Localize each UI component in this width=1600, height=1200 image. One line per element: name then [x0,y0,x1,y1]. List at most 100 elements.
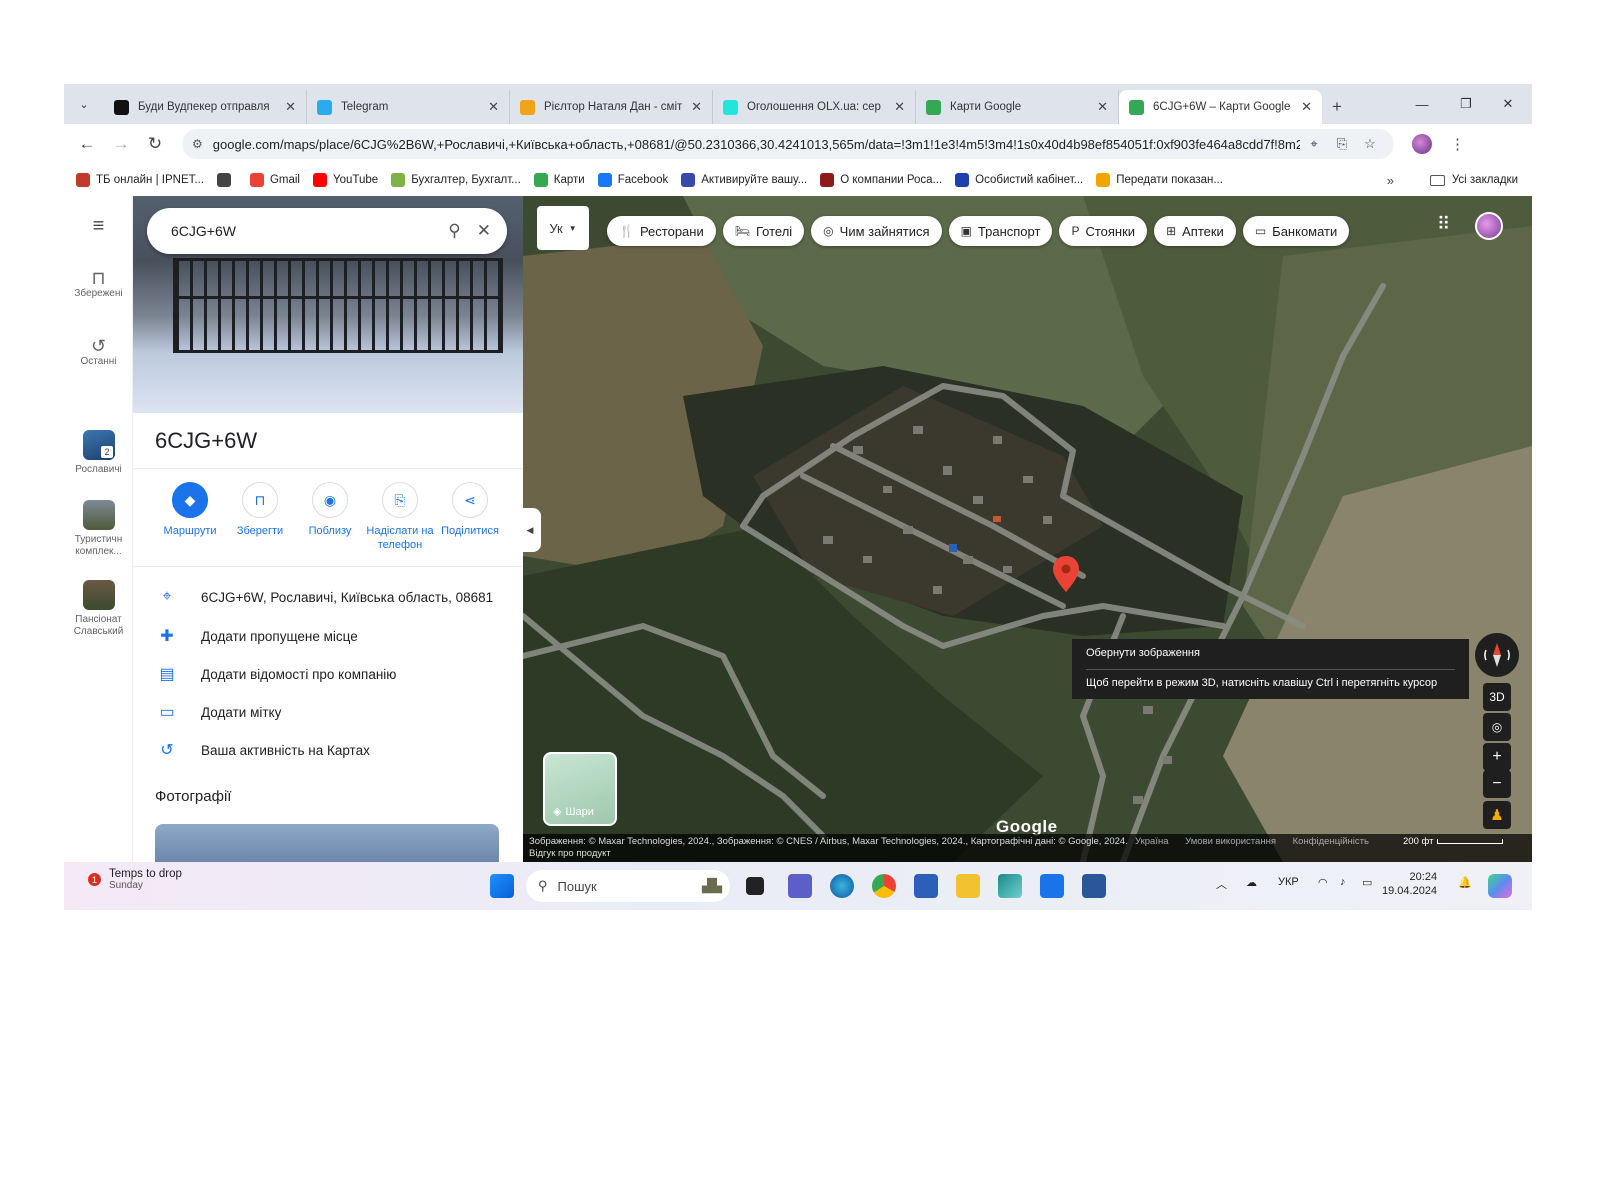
feedback-link[interactable]: Відгук про продукт [529,848,1526,860]
wifi-icon[interactable]: ◠ [1318,876,1328,889]
rail-recent-place-tourist-complex[interactable]: Туристичн комплек... [64,500,133,558]
site-info-icon[interactable]: ⚙ [192,137,203,151]
collapse-panel-button[interactable]: ◀ [523,508,541,552]
browser-tab[interactable]: Карти Google ✕ [916,90,1119,124]
info-row[interactable]: ↺ Ваша активність на Картах [155,740,370,760]
url-text[interactable]: google.com/maps/place/6CJG%2B6W,+Рослави… [213,137,1300,152]
close-tab-icon[interactable]: ✕ [285,99,296,115]
compass-control[interactable] [1475,633,1519,677]
close-window-icon[interactable]: ✕ [1486,84,1530,124]
apps-grid-icon[interactable]: ⠿ [1437,214,1450,235]
taskbar-search[interactable]: ⚲ Пошук ▟▙ [526,870,730,902]
country-link[interactable]: Україна [1135,836,1169,847]
forward-icon[interactable]: → [104,127,138,161]
rail-recent-place-pansionat[interactable]: Пансіонат Слав­ський [64,580,133,638]
street-view-pegman-icon[interactable]: ♟ [1483,801,1511,829]
info-row[interactable]: ▭ Додати мітку [155,702,281,722]
browser-tab[interactable]: Оголошення OLX.ua: сер ✕ [713,90,916,124]
bookmark-item[interactable]: Бухгалтер, Бухгалт... [391,173,521,187]
bookmark-item[interactable]: Особистий кабінет... [955,173,1083,187]
bookmark-item[interactable]: Передати показан... [1096,173,1223,187]
bell-icon[interactable]: 🔔 [1458,876,1472,889]
chrome-icon[interactable] [872,874,896,898]
system-clock[interactable]: 20:24 19.04.2024 [1382,870,1437,898]
search-box[interactable]: 6CJG+6W ⚲ ✕ [147,208,507,254]
teams-icon[interactable] [788,874,812,898]
search-input[interactable]: 6CJG+6W [171,223,432,239]
input-language[interactable]: УКР [1278,876,1299,888]
action-nearby-button[interactable]: ◉ Поблизу [295,482,365,552]
bookmark-item[interactable]: ТБ онлайн | IPNET... [76,173,204,187]
close-tab-icon[interactable]: ✕ [1097,99,1108,115]
language-selector[interactable]: Ук ▼ [537,206,589,250]
bookmark-item[interactable] [216,173,237,187]
browser-tab[interactable]: Рієлтор Наталя Дан - сміт ✕ [510,90,713,124]
3d-toggle-button[interactable]: 3D [1483,683,1511,711]
all-bookmarks-button[interactable]: Усі закладки [1429,174,1518,186]
rail-saved[interactable]: ⊓ Збережені [64,269,133,300]
cloud-icon[interactable]: ☁ [1246,876,1257,889]
hamburger-menu-icon[interactable]: ≡ [64,216,133,236]
location-icon[interactable]: ⌖ [1300,136,1328,152]
mail-icon[interactable] [1040,874,1064,898]
close-tab-icon[interactable]: ✕ [488,99,499,115]
chip-hotel[interactable]: 🛏 Готелі [722,216,805,246]
browser-tab[interactable]: 6CJG+6W – Карти Google ✕ [1119,90,1322,124]
action-send-to-phone-button[interactable]: ⎘ Надіслати на телефон [365,482,435,552]
tab-search-button[interactable]: ⌄ [64,84,104,124]
edge-icon[interactable] [830,874,854,898]
profile-avatar[interactable] [1412,134,1432,154]
battery-icon[interactable]: ▭ [1362,876,1372,889]
close-tab-icon[interactable]: ✕ [894,99,905,115]
info-row[interactable]: ▤ Додати відомості про компанію [155,664,396,684]
scale-bar[interactable]: 200 фт [1403,836,1504,848]
account-avatar[interactable] [1475,212,1503,240]
action-directions-button[interactable]: ◆ Маршрути [155,482,225,552]
speaker-icon[interactable]: ♪ [1340,876,1346,888]
back-icon[interactable]: ← [70,127,104,161]
info-row[interactable]: ✚ Додати пропущене місце [155,626,357,646]
bookmark-item[interactable]: Активируйте вашу... [681,173,807,187]
weather-widget[interactable]: 1 Temps to drop Sunday [88,868,182,891]
zoom-in-button[interactable]: + [1483,743,1511,771]
bookmark-item[interactable]: Карти [533,173,585,187]
reload-icon[interactable]: ↻ [138,127,172,161]
bookmark-item[interactable]: Facebook [597,173,668,187]
restore-icon[interactable]: ❐ [1444,84,1488,124]
bookmark-item[interactable]: О компании Роса... [820,173,942,187]
file-explorer-icon[interactable] [956,874,980,898]
bookmark-item[interactable]: YouTube [312,173,378,187]
action-bookmark-button[interactable]: ⊓ Зберегти [225,482,295,552]
satellite-map[interactable]: ◀ Ук ▼ 🍴 Ресторани 🛏 Готелі ◎ Чим зайнятися ▣ Тр… [523,196,1532,862]
rail-recent-place-roslavychi[interactable]: 2 Рославичі [64,430,133,476]
browser-tab[interactable]: Буди Вудпекер отправля ✕ [104,90,307,124]
photo-thumbnail[interactable] [155,824,499,862]
chevron-up-icon[interactable]: ︿ [1216,876,1227,892]
task-view-icon[interactable] [746,877,764,895]
install-app-icon[interactable]: ⎘ [1328,136,1356,152]
close-tab-icon[interactable]: ✕ [691,99,702,115]
store-icon[interactable] [914,874,938,898]
search-icon[interactable]: ⚲ [448,221,460,241]
zoom-out-button[interactable]: − [1483,770,1511,798]
close-tab-icon[interactable]: ✕ [1301,99,1312,115]
layers-button[interactable]: ◈ Шари [543,752,617,826]
chip-parking[interactable]: P Стоянки [1059,216,1148,246]
chip-transit[interactable]: ▣ Транспорт [948,216,1053,246]
address-bar[interactable]: ⚙ google.com/maps/place/6CJG%2B6W,+Росла… [182,129,1394,159]
star-icon[interactable]: ☆ [1356,136,1384,152]
chip-pharmacy[interactable]: ⊞ Аптеки [1154,216,1236,246]
windows-start-icon[interactable] [490,874,514,898]
rail-recent[interactable]: ↺ Останні [64,337,133,368]
close-icon[interactable]: ✕ [477,221,491,241]
minimize-icon[interactable]: — [1400,84,1444,124]
new-tab-button[interactable]: + [1322,90,1352,124]
my-location-icon[interactable]: ◎ [1483,713,1511,741]
chip-atm[interactable]: ▭ Банкомати [1242,216,1350,246]
privacy-link[interactable]: Конфіденційність [1293,836,1369,847]
chip-restaurant[interactable]: 🍴 Ресторани [607,216,716,246]
copilot-icon[interactable] [1488,874,1512,898]
browser-tab[interactable]: Telegram ✕ [307,90,510,124]
word-icon[interactable] [1082,874,1106,898]
terms-link[interactable]: Умови використання [1185,836,1276,847]
